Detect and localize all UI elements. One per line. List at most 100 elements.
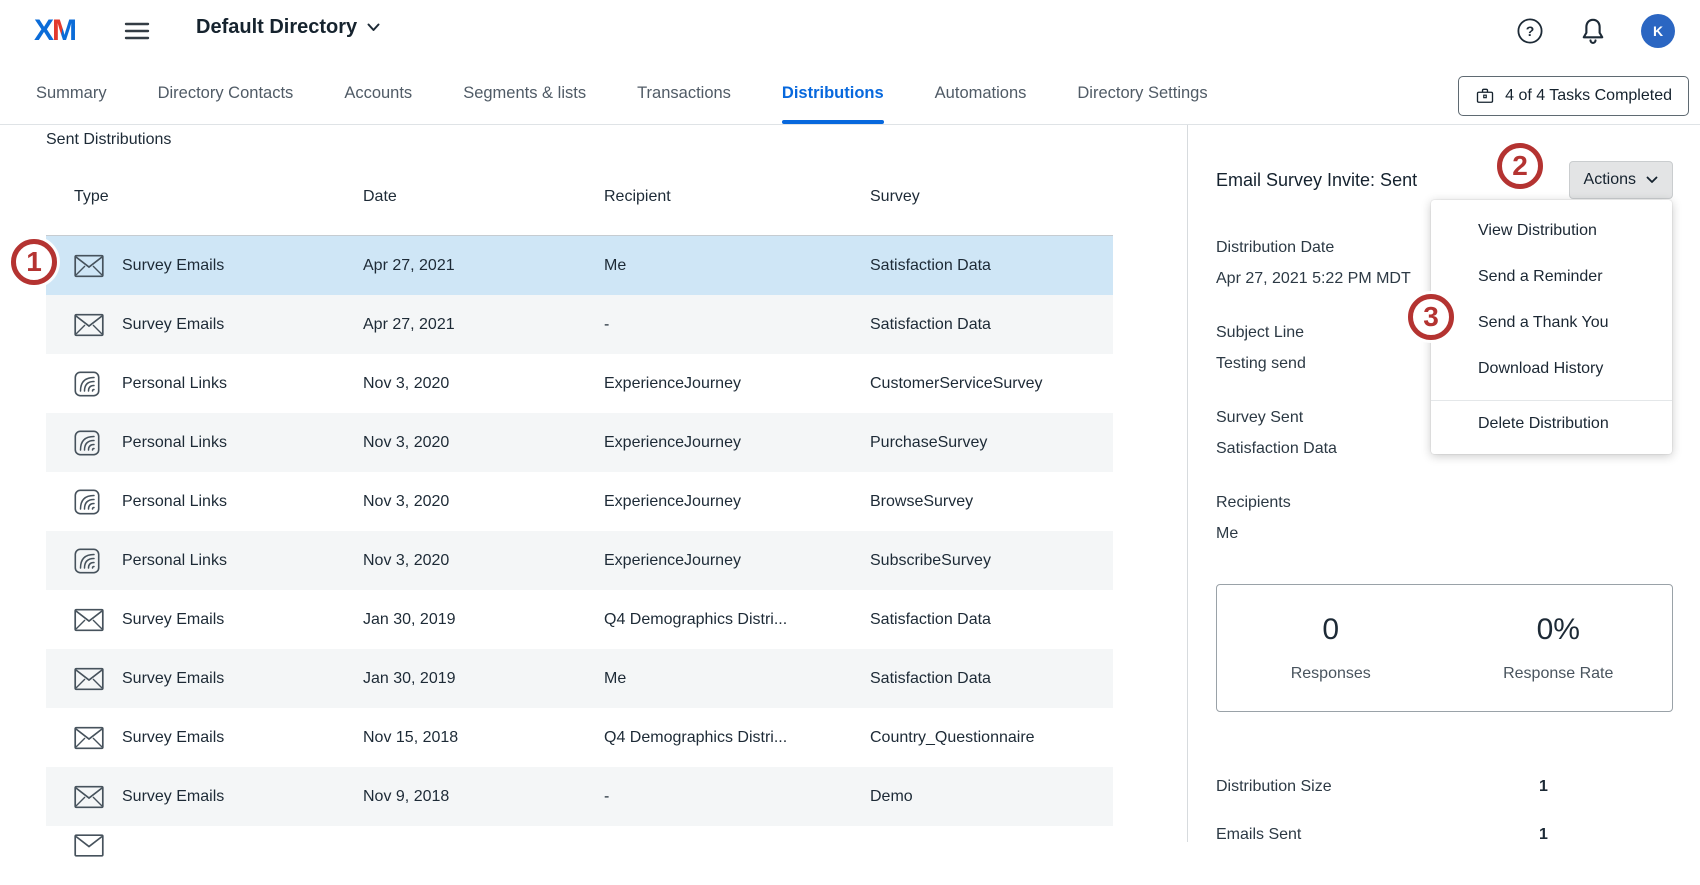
table-row[interactable]: Personal Links Nov 3, 2020 ExperienceJou… [46, 531, 1113, 590]
row-date: Jan 30, 2019 [363, 611, 456, 629]
row-type-icon-cell [74, 313, 104, 336]
response-stats-box: 0 Responses 0% Response Rate [1216, 584, 1673, 712]
chevron-down-icon [367, 23, 380, 32]
field-value: Me [1216, 525, 1673, 543]
row-survey: CustomerServiceSurvey [870, 375, 1043, 393]
row-recipient: ExperienceJourney [604, 552, 741, 570]
annotation-circle-3: 3 [1408, 294, 1454, 340]
row-recipient: - [604, 316, 609, 334]
stat-label: Responses [1291, 665, 1371, 683]
row-survey: Satisfaction Data [870, 257, 991, 275]
row-recipient: ExperienceJourney [604, 375, 741, 393]
nav-tab[interactable]: Directory Settings [1077, 63, 1207, 124]
table-body: Survey Emails Apr 27, 2021 Me Satisfacti… [46, 236, 1113, 826]
actions-menu-item[interactable]: View Distribution [1431, 208, 1672, 254]
nav-tab[interactable]: Distributions [782, 63, 884, 124]
row-type-icon-cell [74, 371, 104, 397]
nav-tab-label: Automations [935, 84, 1027, 103]
nav-tab[interactable]: Directory Contacts [158, 63, 294, 124]
row-recipient: Me [604, 257, 626, 275]
row-survey: Demo [870, 788, 913, 806]
detail-metrics: Distribution Size 1 Emails Sent 1 [1216, 778, 1673, 845]
row-type-icon-cell [74, 834, 104, 857]
tasks-completed-button[interactable]: 4 of 4 Tasks Completed [1458, 76, 1689, 116]
row-type-icon-cell [74, 608, 104, 631]
row-type-icon-cell [74, 726, 104, 749]
table-row-partial[interactable] [46, 826, 1113, 885]
row-date: Nov 3, 2020 [363, 434, 449, 452]
notifications-bell-icon[interactable] [1578, 16, 1608, 46]
envelope-icon [74, 254, 104, 277]
table-row[interactable]: Survey Emails Jan 30, 2019 Me Satisfacti… [46, 649, 1113, 708]
xm-logo[interactable]: XM [34, 14, 75, 48]
row-recipient: - [604, 788, 609, 806]
actions-menu-item[interactable]: Send a Reminder [1431, 254, 1672, 300]
personal-links-icon [74, 430, 100, 456]
sent-distributions-panel: Sent Distributions Type Date Recipient S… [0, 125, 1187, 842]
avatar-initial: K [1653, 23, 1663, 39]
nav-tab-label: Distributions [782, 84, 884, 103]
actions-menu-item[interactable]: Send a Thank You [1431, 300, 1672, 346]
table-row[interactable]: Survey Emails Apr 27, 2021 Me Satisfacti… [46, 236, 1113, 295]
row-survey: BrowseSurvey [870, 493, 973, 511]
row-type-icon-cell [74, 667, 104, 690]
nav-tab[interactable]: Transactions [637, 63, 731, 124]
chevron-down-icon [1646, 176, 1658, 184]
metric-label: Emails Sent [1216, 826, 1301, 843]
table-row[interactable]: Personal Links Nov 3, 2020 ExperienceJou… [46, 472, 1113, 531]
metric-row: Emails Sent 1 [1216, 826, 1673, 845]
column-header-recipient: Recipient [604, 188, 671, 206]
actions-button[interactable]: Actions [1569, 161, 1673, 199]
nav-tab[interactable]: Accounts [344, 63, 412, 124]
table-row[interactable]: Survey Emails Apr 27, 2021 - Satisfactio… [46, 295, 1113, 354]
row-recipient: Q4 Demographics Distri... [604, 611, 787, 629]
annotation-number: 3 [1423, 301, 1439, 333]
nav-tab[interactable]: Summary [36, 63, 107, 124]
metric-row: Distribution Size 1 [1216, 778, 1673, 797]
table-header: Type Date Recipient Survey [46, 188, 1113, 236]
stat: 0% Response Rate [1445, 585, 1673, 711]
envelope-icon [74, 726, 104, 749]
row-type: Personal Links [122, 434, 227, 452]
row-recipient: ExperienceJourney [604, 493, 741, 511]
actions-dropdown-menu: View Distribution Send a Reminder Send a… [1431, 200, 1672, 454]
actions-menu-item[interactable]: Download History [1431, 346, 1672, 392]
nav-tab-label: Transactions [637, 84, 731, 103]
table-row[interactable]: Personal Links Nov 3, 2020 ExperienceJou… [46, 354, 1113, 413]
row-date: Nov 3, 2020 [363, 493, 449, 511]
directory-nav-tabs: Summary Directory Contacts Accounts Segm… [0, 63, 1700, 125]
row-type: Survey Emails [122, 611, 224, 629]
detail-title: Email Survey Invite: Sent [1216, 170, 1417, 191]
directory-selector[interactable]: Default Directory [196, 16, 380, 39]
table-row[interactable]: Survey Emails Nov 15, 2018 Q4 Demographi… [46, 708, 1113, 767]
annotation-number: 1 [26, 246, 42, 278]
envelope-icon [74, 608, 104, 631]
stat-value: 0% [1537, 613, 1580, 647]
row-date: Apr 27, 2021 [363, 316, 455, 334]
nav-tab[interactable]: Segments & lists [463, 63, 586, 124]
row-recipient: Me [604, 670, 626, 688]
help-icon[interactable]: ? [1515, 16, 1545, 46]
row-type: Survey Emails [122, 788, 224, 806]
row-type: Personal Links [122, 493, 227, 511]
column-header-date: Date [363, 188, 397, 206]
detail-field: Recipients Me [1216, 494, 1673, 543]
row-date: Nov 3, 2020 [363, 552, 449, 570]
stat-value: 0 [1322, 613, 1339, 647]
row-type-icon-cell [74, 254, 104, 277]
user-avatar[interactable]: K [1641, 14, 1675, 48]
nav-tab-label: Directory Contacts [158, 84, 294, 103]
nav-tab[interactable]: Automations [935, 63, 1027, 124]
table-row[interactable]: Survey Emails Jan 30, 2019 Q4 Demographi… [46, 590, 1113, 649]
actions-menu-item[interactable]: Delete Distribution [1431, 400, 1672, 446]
table-row[interactable]: Personal Links Nov 3, 2020 ExperienceJou… [46, 413, 1113, 472]
table-row[interactable]: Survey Emails Nov 9, 2018 - Demo [46, 767, 1113, 826]
annotation-number: 2 [1512, 150, 1528, 182]
hamburger-menu-icon[interactable] [124, 21, 150, 41]
row-type: Personal Links [122, 375, 227, 393]
svg-text:?: ? [1526, 23, 1535, 39]
personal-links-icon [74, 489, 100, 515]
row-date: Jan 30, 2019 [363, 670, 456, 688]
nav-tab-label: Accounts [344, 84, 412, 103]
column-header-type: Type [74, 188, 109, 206]
